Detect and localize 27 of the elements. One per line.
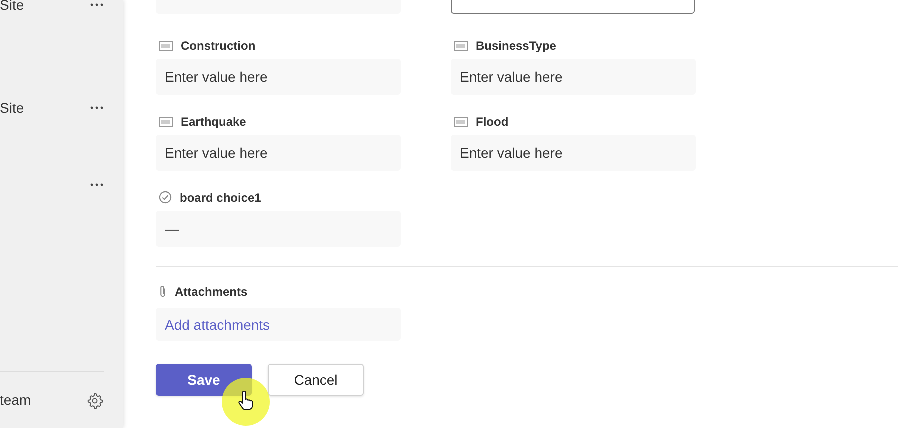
dropdown-field[interactable]: — [156,211,401,247]
text-field-icon [454,116,468,126]
input-field[interactable]: Enter value here [451,59,696,95]
paperclip-icon [159,285,167,298]
field-label: BusinessType [476,38,556,52]
input-field[interactable]: Enter value here [451,135,696,171]
hand-cursor-icon [238,391,254,411]
more-icon[interactable] [90,106,104,110]
more-icon[interactable] [90,183,104,187]
field-label: board choice1 [180,190,262,204]
sidebar-item[interactable]: Site [0,100,24,116]
field-label: Attachments [175,284,248,298]
sidebar-item[interactable]: Site [0,0,24,13]
input-field[interactable]: Enter value here [156,135,401,171]
text-field-icon [159,40,173,50]
settings-icon[interactable] [86,392,104,410]
field-label: Construction [181,38,256,52]
check-circle-icon [159,191,172,204]
input-field[interactable]: Enter value here [156,59,401,95]
field-label: Earthquake [181,114,246,128]
more-icon[interactable] [90,3,104,7]
field-label: Flood [476,114,509,128]
add-attachments-link[interactable]: Add attachments [165,316,270,332]
team-label[interactable]: team [0,392,32,408]
cancel-button[interactable]: Cancel [268,364,364,396]
text-field-icon [159,116,173,126]
text-field-icon [454,40,468,50]
